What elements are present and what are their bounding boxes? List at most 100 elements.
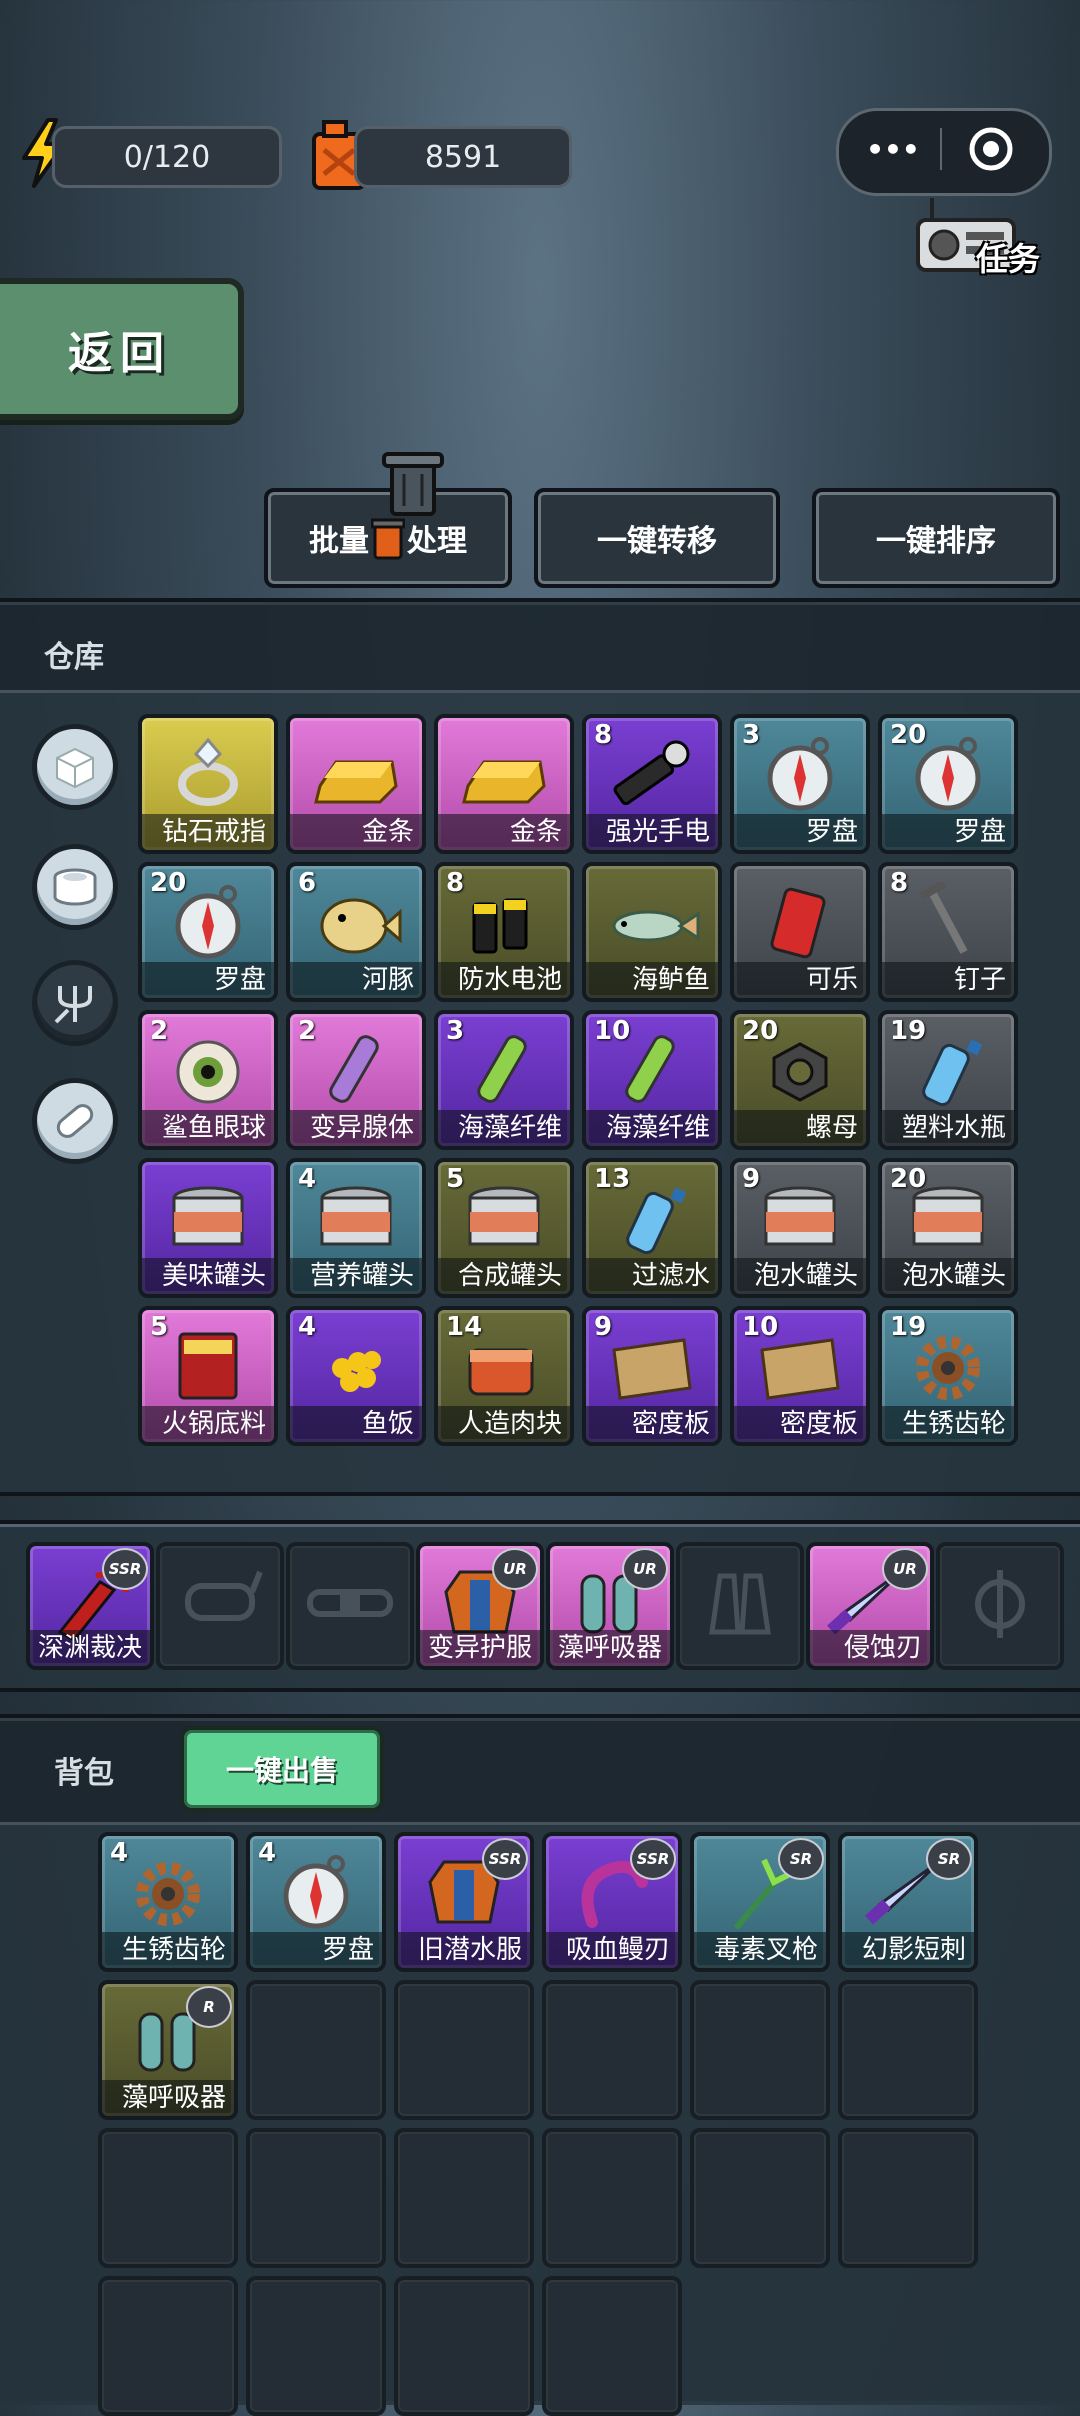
item-name: 罗盘	[734, 814, 866, 850]
category-materials-button[interactable]	[32, 724, 118, 810]
backpack-item-slot[interactable]	[98, 2276, 238, 2416]
hotpot-icon	[158, 1326, 258, 1400]
backpack-item-slot[interactable]	[542, 2276, 682, 2416]
warehouse-item-slot[interactable]: 10 海藻纤维	[582, 1010, 722, 1150]
back-button[interactable]: 返回	[0, 278, 244, 420]
warehouse-item-slot[interactable]: 2 鲨鱼眼球	[138, 1010, 278, 1150]
tube-green-icon	[454, 1030, 554, 1104]
item-name: 海藻纤维	[438, 1110, 570, 1146]
warehouse-item-slot[interactable]: 可乐	[730, 862, 870, 1002]
warehouse-item-slot[interactable]: 2 变异腺体	[286, 1010, 426, 1150]
warehouse-item-slot[interactable]: 钻石戒指	[138, 714, 278, 854]
warehouse-item-slot[interactable]: 8 钉子	[878, 862, 1018, 1002]
item-name: 泡水罐头	[734, 1258, 866, 1294]
backpack-item-slot[interactable]: 4 罗盘	[246, 1832, 386, 1972]
warehouse-item-slot[interactable]: 3 海藻纤维	[434, 1010, 574, 1150]
equipment-slot[interactable]	[156, 1542, 284, 1670]
warehouse-item-slot[interactable]: 5 合成罐头	[434, 1158, 574, 1298]
one-key-transfer-button[interactable]: 一键转移	[534, 488, 780, 588]
backpack-item-slot[interactable]: R 藻呼吸器	[98, 1980, 238, 2120]
warehouse-item-slot[interactable]: 金条	[286, 714, 426, 854]
sell-all-button[interactable]: 一键出售	[180, 1726, 384, 1812]
item-name: 塑料水瓶	[882, 1110, 1014, 1146]
empty-icon	[266, 2296, 366, 2370]
backpack-item-slot[interactable]	[246, 2276, 386, 2416]
item-quantity: 13	[594, 1164, 631, 1194]
more-menu-button[interactable]: •••	[850, 118, 936, 180]
backpack-item-slot[interactable]	[690, 2128, 830, 2268]
warehouse-item-slot[interactable]: 美味罐头	[138, 1158, 278, 1298]
empty-icon	[414, 2000, 514, 2074]
warehouse-item-slot[interactable]: 金条	[434, 714, 574, 854]
mission-button[interactable]: 任务	[914, 190, 1054, 282]
close-target-button[interactable]	[946, 118, 1036, 180]
backpack-item-slot[interactable]	[690, 1980, 830, 2120]
backpack-item-slot[interactable]: SSR 旧潜水服	[394, 1832, 534, 1972]
backpack-title: 背包	[54, 1756, 114, 1791]
warehouse-item-slot[interactable]: 9 密度板	[582, 1306, 722, 1446]
warehouse-item-slot[interactable]: 海鲈鱼	[582, 862, 722, 1002]
item-quantity: 5	[446, 1164, 465, 1194]
item-name: 泡水罐头	[882, 1258, 1014, 1294]
fins-icon	[690, 1562, 790, 1636]
warehouse-item-slot[interactable]: 20 螺母	[730, 1010, 870, 1150]
capsule-divider	[940, 128, 942, 170]
warehouse-item-slot[interactable]: 5 火锅底料	[138, 1306, 278, 1446]
backpack-item-slot[interactable]	[542, 1980, 682, 2120]
category-medicine-button[interactable]	[32, 1078, 118, 1164]
cola-icon	[750, 882, 850, 959]
backpack-item-slot[interactable]	[394, 2128, 534, 2268]
warehouse-item-slot[interactable]: 4 鱼饭	[286, 1306, 426, 1446]
backpack-item-slot[interactable]: SR 幻影短刺	[838, 1832, 978, 1972]
backpack-item-slot[interactable]: SR 毒素叉枪	[690, 1832, 830, 1972]
warehouse-item-slot[interactable]: 20 泡水罐头	[878, 1158, 1018, 1298]
backpack-item-slot[interactable]	[98, 2128, 238, 2268]
one-key-sort-button[interactable]: 一键排序	[812, 488, 1060, 588]
fuel-counter: 8591	[354, 126, 572, 188]
backpack-item-slot[interactable]	[394, 2276, 534, 2416]
warehouse-item-slot[interactable]: 6 河豚	[286, 862, 426, 1002]
category-food-button[interactable]	[32, 844, 118, 930]
warehouse-item-slot[interactable]: 19 塑料水瓶	[878, 1010, 1018, 1150]
warehouse-item-slot[interactable]: 19 生锈齿轮	[878, 1306, 1018, 1446]
backpack-item-slot[interactable]	[542, 2128, 682, 2268]
item-quantity: 8	[890, 868, 909, 898]
item-name: 金条	[290, 814, 422, 850]
equipment-slot[interactable]	[676, 1542, 804, 1670]
mask-icon	[170, 1562, 270, 1636]
backpack-item-slot[interactable]	[246, 1980, 386, 2120]
equipment-slot[interactable]	[936, 1542, 1064, 1670]
warehouse-item-slot[interactable]: 20 罗盘	[138, 862, 278, 1002]
warehouse-item-slot[interactable]: 8 防水电池	[434, 862, 574, 1002]
backpack-item-slot[interactable]	[394, 1980, 534, 2120]
compass-icon	[266, 1852, 366, 1929]
backpack-item-slot[interactable]: 4 生锈齿轮	[98, 1832, 238, 1972]
warehouse-item-slot[interactable]: 9 泡水罐头	[730, 1158, 870, 1298]
equipment-slot[interactable]: UR 侵蚀刃	[806, 1542, 934, 1670]
backpack-item-slot[interactable]: SSR 吸血鳗刃	[542, 1832, 682, 1972]
warehouse-item-slot[interactable]: 20 罗盘	[878, 714, 1018, 854]
can-icon	[53, 868, 97, 906]
mission-label: 任务	[976, 240, 1041, 278]
category-weapon-button[interactable]	[32, 960, 118, 1046]
warehouse-item-slot[interactable]: 13 过滤水	[582, 1158, 722, 1298]
item-name: 生锈齿轮	[102, 1932, 234, 1968]
warehouse-item-slot[interactable]: 3 罗盘	[730, 714, 870, 854]
equipment-slot[interactable]: UR 藻呼吸器	[546, 1542, 674, 1670]
backpack-item-slot[interactable]	[838, 1980, 978, 2120]
warehouse-item-slot[interactable]: 4 营养罐头	[286, 1158, 426, 1298]
equipment-slot[interactable]: UR 变异护服	[416, 1542, 544, 1670]
equipment-slot[interactable]: SSR 深渊裁决	[26, 1542, 154, 1670]
backpack-item-slot[interactable]	[838, 2128, 978, 2268]
item-quantity: 9	[594, 1312, 613, 1342]
warehouse-item-slot[interactable]: 8 强光手电	[582, 714, 722, 854]
trash-can-icon	[370, 516, 406, 560]
item-name: 过滤水	[586, 1258, 718, 1294]
item-quantity: 3	[742, 720, 761, 750]
backpack-item-slot[interactable]	[246, 2128, 386, 2268]
warehouse-item-slot[interactable]: 14 人造肉块	[434, 1306, 574, 1446]
equipment-slot[interactable]	[286, 1542, 414, 1670]
warehouse-header	[0, 602, 1080, 693]
warehouse-item-slot[interactable]: 10 密度板	[730, 1306, 870, 1446]
item-name: 深渊裁决	[30, 1630, 150, 1666]
